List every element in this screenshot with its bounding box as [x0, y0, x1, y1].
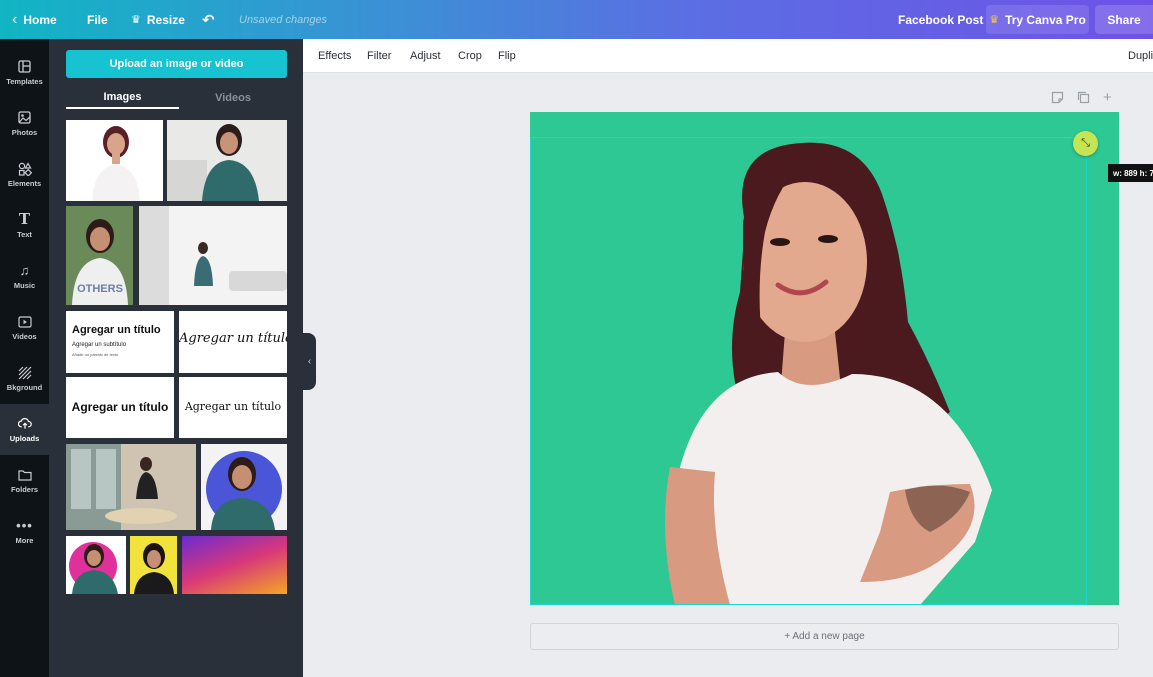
crop-button[interactable]: Crop — [458, 39, 482, 73]
rail-label: Music — [13, 280, 36, 290]
rail-item-text[interactable]: T Text — [0, 200, 49, 251]
uploaded-image-thumbnail[interactable] — [66, 536, 126, 594]
woman-room-image — [139, 206, 287, 305]
uploaded-image-thumbnail[interactable] — [130, 536, 177, 594]
uploads-icon — [17, 417, 32, 431]
uploaded-image-thumbnail[interactable] — [139, 206, 287, 305]
templates-icon — [18, 60, 32, 74]
text-template-thumbnail[interactable]: Agregar un título — [66, 377, 174, 438]
add-page-plus-icon[interactable]: + — [1103, 89, 1112, 106]
uploaded-image-thumbnail[interactable] — [201, 444, 287, 530]
text-template-thumbnail[interactable]: Agregar un título Agregar un subtítulo A… — [66, 311, 174, 373]
text-template-thumbnail[interactable]: Agregar un título — [179, 311, 287, 373]
rail-item-videos[interactable]: Videos — [0, 302, 49, 353]
undo-icon[interactable]: ↶ — [202, 0, 215, 39]
copy-page-icon[interactable] — [1077, 91, 1090, 107]
tab-images[interactable]: Images — [66, 86, 179, 109]
uploaded-image-thumbnail[interactable] — [66, 444, 196, 530]
effects-button[interactable]: Effects — [318, 39, 351, 73]
rail-label: Text — [17, 229, 32, 239]
template-title: Agregar un título — [71, 400, 169, 414]
resize-handle-icon[interactable]: ⤡ — [1073, 131, 1098, 156]
crown-icon: ♛ — [131, 14, 141, 26]
woman-yellow-image — [130, 536, 177, 594]
duplicate-button[interactable]: Dupli — [1128, 39, 1153, 73]
woman-circle-image — [201, 444, 287, 530]
rail-item-templates[interactable]: Templates — [0, 47, 49, 98]
upload-media-button[interactable]: Upload an image or video — [66, 50, 287, 78]
gradient-image-thumbnail[interactable] — [182, 536, 287, 594]
uploaded-image-thumbnail[interactable]: OTHERS — [66, 206, 133, 305]
uploaded-image-thumbnail[interactable] — [167, 120, 287, 201]
rail-label: Videos — [12, 331, 37, 341]
rail-item-uploads[interactable]: Uploads — [0, 404, 49, 455]
rail-label: Bkground — [6, 382, 43, 392]
template-body: Añadir un párrafo de texto — [72, 352, 119, 357]
flip-button[interactable]: Flip — [498, 39, 516, 73]
image-edit-toolbar: Effects Filter Adjust Crop Flip Dupli — [303, 39, 1153, 73]
woman-sofa-image — [167, 120, 287, 201]
woman-tshirt-image: OTHERS — [66, 206, 133, 305]
tab-videos[interactable]: Videos — [179, 86, 287, 109]
chevron-left-icon: ‹ — [12, 10, 18, 28]
photos-icon — [18, 111, 32, 125]
note-icon[interactable] — [1051, 91, 1064, 107]
image-selection-frame — [530, 137, 1087, 605]
unsaved-status: Unsaved changes — [239, 13, 328, 26]
file-menu-button[interactable]: File — [87, 0, 108, 39]
shirt-text: OTHERS — [77, 283, 123, 295]
rail-item-background[interactable]: Bkground — [0, 353, 49, 404]
left-nav-rail: Templates Photos Elements T Text ♫ Music… — [0, 39, 49, 677]
rail-label: Uploads — [9, 433, 40, 443]
filter-button[interactable]: Filter — [367, 39, 391, 73]
home-button[interactable]: ‹ Home — [12, 0, 57, 39]
woman-cafe-image — [66, 444, 196, 530]
text-template-thumbnail[interactable]: Agregar un título — [179, 377, 287, 438]
more-icon: ••• — [16, 518, 33, 533]
music-icon: ♫ — [19, 263, 30, 278]
background-icon — [18, 366, 32, 380]
crown-icon: ♛ — [989, 14, 1000, 26]
rail-item-more[interactable]: ••• More — [0, 506, 49, 557]
top-bar: ‹ Home File ♛ Resize ↶ Unsaved changes F… — [0, 0, 1153, 39]
rail-item-photos[interactable]: Photos — [0, 98, 49, 149]
add-new-page-button[interactable]: + Add a new page — [530, 623, 1119, 650]
collapse-panel-button[interactable]: ‹ — [303, 333, 316, 390]
dimension-tooltip: w: 889 h: 7 — [1108, 164, 1153, 182]
rail-label: Templates — [6, 76, 43, 86]
rail-item-elements[interactable]: Elements — [0, 149, 49, 200]
home-label: Home — [23, 12, 57, 27]
woman-portrait-image — [92, 126, 140, 201]
chevron-left-icon: ‹ — [307, 356, 312, 367]
uploads-panel: Upload an image or video Images Videos O… — [49, 39, 303, 677]
template-title: Agregar un título — [184, 400, 282, 413]
rail-item-music[interactable]: ♫ Music — [0, 251, 49, 302]
elements-icon — [18, 161, 32, 176]
text-icon: T — [18, 210, 31, 228]
document-type-label[interactable]: Facebook Post — [898, 0, 983, 39]
template-subtitle: Agregar un subtítulo — [72, 342, 127, 348]
folders-icon — [17, 468, 32, 482]
try-pro-label: Try Canva Pro — [1005, 12, 1086, 27]
resize-button[interactable]: ♛ Resize — [131, 0, 185, 39]
try-canva-pro-button[interactable]: ♛ Try Canva Pro — [986, 5, 1089, 34]
adjust-button[interactable]: Adjust — [410, 39, 441, 73]
rail-label: Folders — [10, 484, 39, 494]
rail-label: More — [15, 535, 34, 545]
template-title: Agregar un título — [179, 331, 287, 346]
rail-item-folders[interactable]: Folders — [0, 455, 49, 506]
videos-icon — [17, 315, 32, 329]
rail-label: Photos — [11, 127, 38, 137]
template-title: Agregar un título — [72, 324, 161, 336]
uploaded-image-thumbnail[interactable] — [66, 120, 163, 201]
resize-label: Resize — [146, 12, 185, 27]
share-button[interactable]: Share — [1095, 5, 1153, 34]
woman-pink-circle-image — [66, 536, 126, 594]
rail-label: Elements — [7, 178, 42, 188]
